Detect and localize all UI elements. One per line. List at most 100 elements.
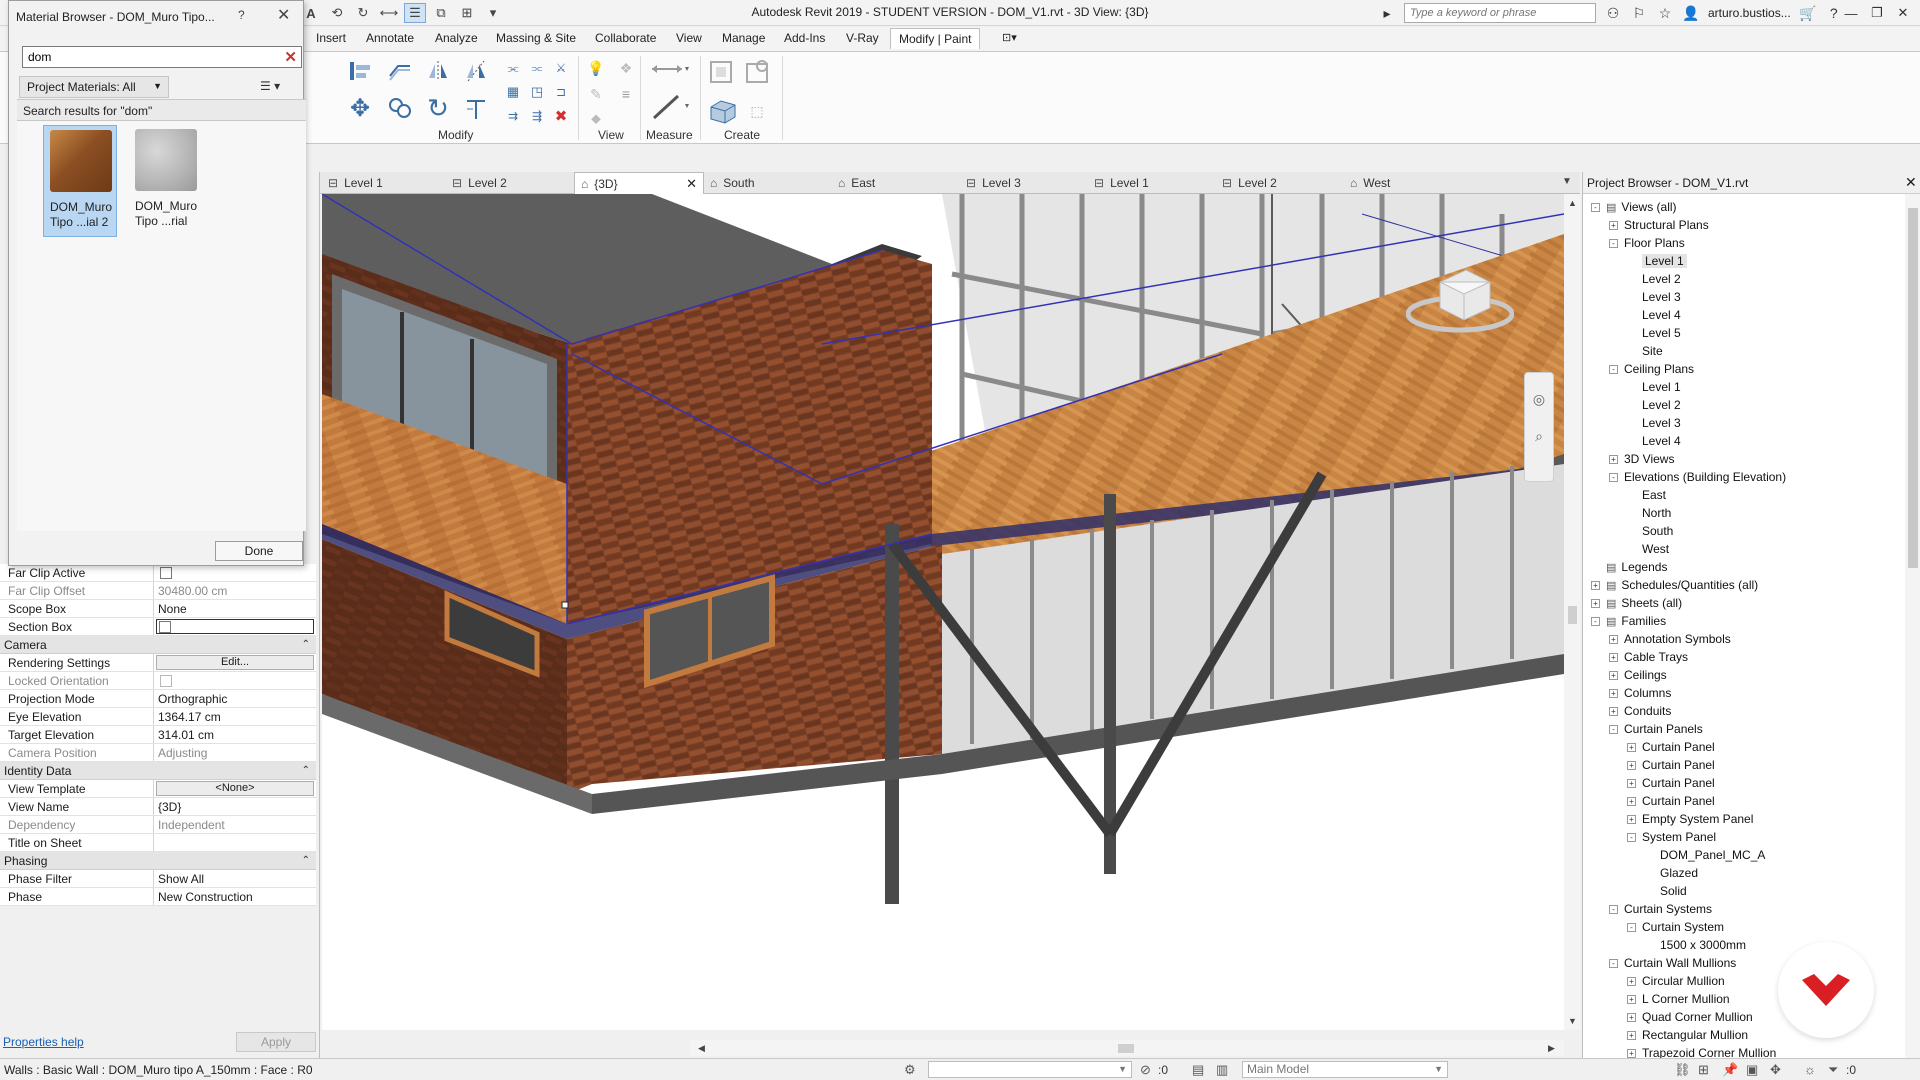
- clear-search-icon[interactable]: ✕: [284, 48, 297, 66]
- tree-item[interactable]: + Annotation Symbols: [1609, 630, 1731, 648]
- select-by-face-icon[interactable]: ▣: [1746, 1062, 1758, 1078]
- apply-button[interactable]: Apply: [236, 1032, 316, 1052]
- scrollbar-thumb[interactable]: [1908, 208, 1918, 568]
- tab-collaborate[interactable]: Collaborate: [595, 31, 656, 45]
- tree-item[interactable]: Level 3: [1627, 414, 1681, 432]
- tree-item[interactable]: + Ceilings: [1609, 666, 1667, 684]
- expand-icon[interactable]: +: [1627, 1012, 1636, 1022]
- tree-item[interactable]: + Curtain Panel: [1627, 756, 1715, 774]
- material-tile[interactable]: DOM_Muro Tipo ...ial 2: [43, 125, 117, 237]
- collapse-icon[interactable]: -: [1609, 238, 1618, 248]
- group-identity-data[interactable]: Identity Data ⌃: [0, 762, 316, 780]
- tree-item[interactable]: - ▤ Families: [1591, 612, 1666, 630]
- eye-elevation-value[interactable]: 1364.17 cm: [154, 708, 316, 725]
- split-element-icon[interactable]: ⫘: [504, 60, 522, 76]
- paint-icon[interactable]: ⬥: [586, 108, 606, 128]
- filter-icon[interactable]: ⏷: [1828, 1062, 1838, 1078]
- scrollbar-thumb[interactable]: [1118, 1044, 1134, 1053]
- view-tab-west[interactable]: ⌂ West: [1344, 172, 1472, 194]
- tree-item[interactable]: Site: [1627, 342, 1663, 360]
- collapse-icon[interactable]: ⌃: [302, 762, 310, 780]
- expand-icon[interactable]: +: [1609, 454, 1618, 464]
- projection-mode-value[interactable]: Orthographic: [154, 690, 316, 707]
- create-group-icon[interactable]: [706, 96, 740, 126]
- collapse-icon[interactable]: ⌃: [302, 636, 310, 654]
- restore-icon[interactable]: ❐: [1864, 2, 1890, 24]
- mirror-draw-icon[interactable]: [462, 58, 490, 84]
- view-tab-south[interactable]: ⌂ South: [704, 172, 832, 194]
- scroll-down-icon[interactable]: ▼: [1568, 1016, 1577, 1026]
- collapse-icon[interactable]: -: [1609, 958, 1618, 968]
- tab-annotate[interactable]: Annotate: [366, 31, 414, 45]
- tree-item[interactable]: + Columns: [1609, 684, 1671, 702]
- expand-icon[interactable]: +: [1609, 220, 1618, 230]
- tree-item[interactable]: 1500 x 3000mm: [1645, 936, 1746, 954]
- view-template-button[interactable]: <None>: [156, 781, 314, 796]
- tab-massing-site[interactable]: Massing & Site: [496, 31, 576, 45]
- expand-icon[interactable]: +: [1591, 580, 1600, 590]
- target-elevation-value[interactable]: 314.01 cm: [154, 726, 316, 743]
- collapse-icon[interactable]: -: [1609, 364, 1618, 374]
- redo-icon[interactable]: ↻: [352, 3, 374, 23]
- collapse-icon[interactable]: -: [1609, 724, 1618, 734]
- expand-icon[interactable]: +: [1627, 1030, 1636, 1040]
- tree-item[interactable]: Level 3: [1627, 288, 1681, 306]
- expand-icon[interactable]: +: [1627, 976, 1636, 986]
- group-phasing[interactable]: Phasing ⌃: [0, 852, 316, 870]
- dimension-icon[interactable]: [648, 92, 692, 122]
- tree-item[interactable]: Level 4: [1627, 306, 1681, 324]
- tree-item[interactable]: + L Corner Mullion: [1627, 990, 1730, 1008]
- split-gap-icon[interactable]: ⫗: [528, 60, 546, 76]
- close-hidden-icon[interactable]: ⧉: [430, 3, 452, 23]
- user-icon[interactable]: 👤: [1682, 5, 1700, 22]
- expand-search-icon[interactable]: ▸: [1378, 5, 1396, 22]
- expand-icon[interactable]: +: [1609, 652, 1618, 662]
- material-search-input[interactable]: [23, 47, 273, 67]
- create-assembly-icon[interactable]: [706, 58, 736, 86]
- view-options-icon[interactable]: ☰ ▾: [260, 79, 280, 93]
- collapse-icon[interactable]: ⌃: [302, 852, 310, 870]
- scope-box-value[interactable]: None: [154, 600, 316, 617]
- collapse-icon[interactable]: -: [1627, 922, 1636, 932]
- tree-item[interactable]: Level 1: [1627, 252, 1687, 270]
- view-tabs-menu-icon[interactable]: ▼: [1562, 176, 1572, 187]
- close-icon[interactable]: ✕: [686, 176, 697, 192]
- close-icon[interactable]: ✕: [277, 5, 290, 25]
- username[interactable]: arturo.bustios...: [1708, 6, 1791, 20]
- drag-elements-icon[interactable]: ✥: [1770, 1062, 1781, 1078]
- cart-icon[interactable]: 🛒: [1799, 5, 1817, 22]
- tree-item[interactable]: + Quad Corner Mullion: [1627, 1008, 1753, 1026]
- scroll-right-icon[interactable]: ▶: [1548, 1043, 1555, 1054]
- viewport-vertical-scrollbar[interactable]: ▲ ▼: [1564, 194, 1580, 1030]
- linework-icon[interactable]: ✎: [586, 84, 606, 104]
- hide-element-icon[interactable]: ❖: [616, 58, 636, 78]
- view-name-value[interactable]: {3D}: [154, 798, 316, 815]
- trim-extend-icon[interactable]: [462, 94, 490, 122]
- collapse-icon[interactable]: -: [1609, 904, 1618, 914]
- tree-item[interactable]: +3D Views: [1609, 450, 1674, 468]
- worksets-icon[interactable]: ⚙: [904, 1062, 916, 1078]
- tab-insert[interactable]: Insert: [316, 31, 346, 45]
- view-tab-level-3[interactable]: ⊟ Level 3: [960, 172, 1088, 194]
- view-tab-level-2[interactable]: ⊟ Level 2: [446, 172, 574, 194]
- switch-windows-icon[interactable]: ⊞: [456, 3, 478, 23]
- tab-view[interactable]: View: [676, 31, 702, 45]
- tree-item[interactable]: DOM_Panel_MC_A: [1645, 846, 1765, 864]
- editable-only-icon[interactable]: ⊘: [1140, 1062, 1151, 1078]
- tree-item[interactable]: + Conduits: [1609, 702, 1671, 720]
- unpin-icon[interactable]: ⚔: [552, 60, 570, 76]
- view-tab-level-1[interactable]: ⊟ Level 1: [322, 172, 446, 194]
- measure-between-icon[interactable]: [648, 58, 692, 80]
- design-options-icon[interactable]: ▤: [1192, 1062, 1204, 1078]
- tree-item[interactable]: - ▤ Views (all): [1591, 198, 1677, 216]
- override-graphics-icon[interactable]: 💡: [586, 58, 606, 78]
- expand-icon[interactable]: +: [1627, 994, 1636, 1004]
- measure-icon[interactable]: ⟷: [378, 3, 400, 23]
- expand-icon[interactable]: +: [1627, 742, 1636, 752]
- tree-item[interactable]: Glazed: [1645, 864, 1698, 882]
- expand-icon[interactable]: +: [1627, 814, 1636, 824]
- trim-multi-icon[interactable]: ⇉: [504, 108, 522, 124]
- tree-item[interactable]: - System Panel: [1627, 828, 1716, 846]
- 3d-viewport[interactable]: [322, 194, 1564, 1030]
- trim-single-icon[interactable]: ⇶: [528, 108, 546, 124]
